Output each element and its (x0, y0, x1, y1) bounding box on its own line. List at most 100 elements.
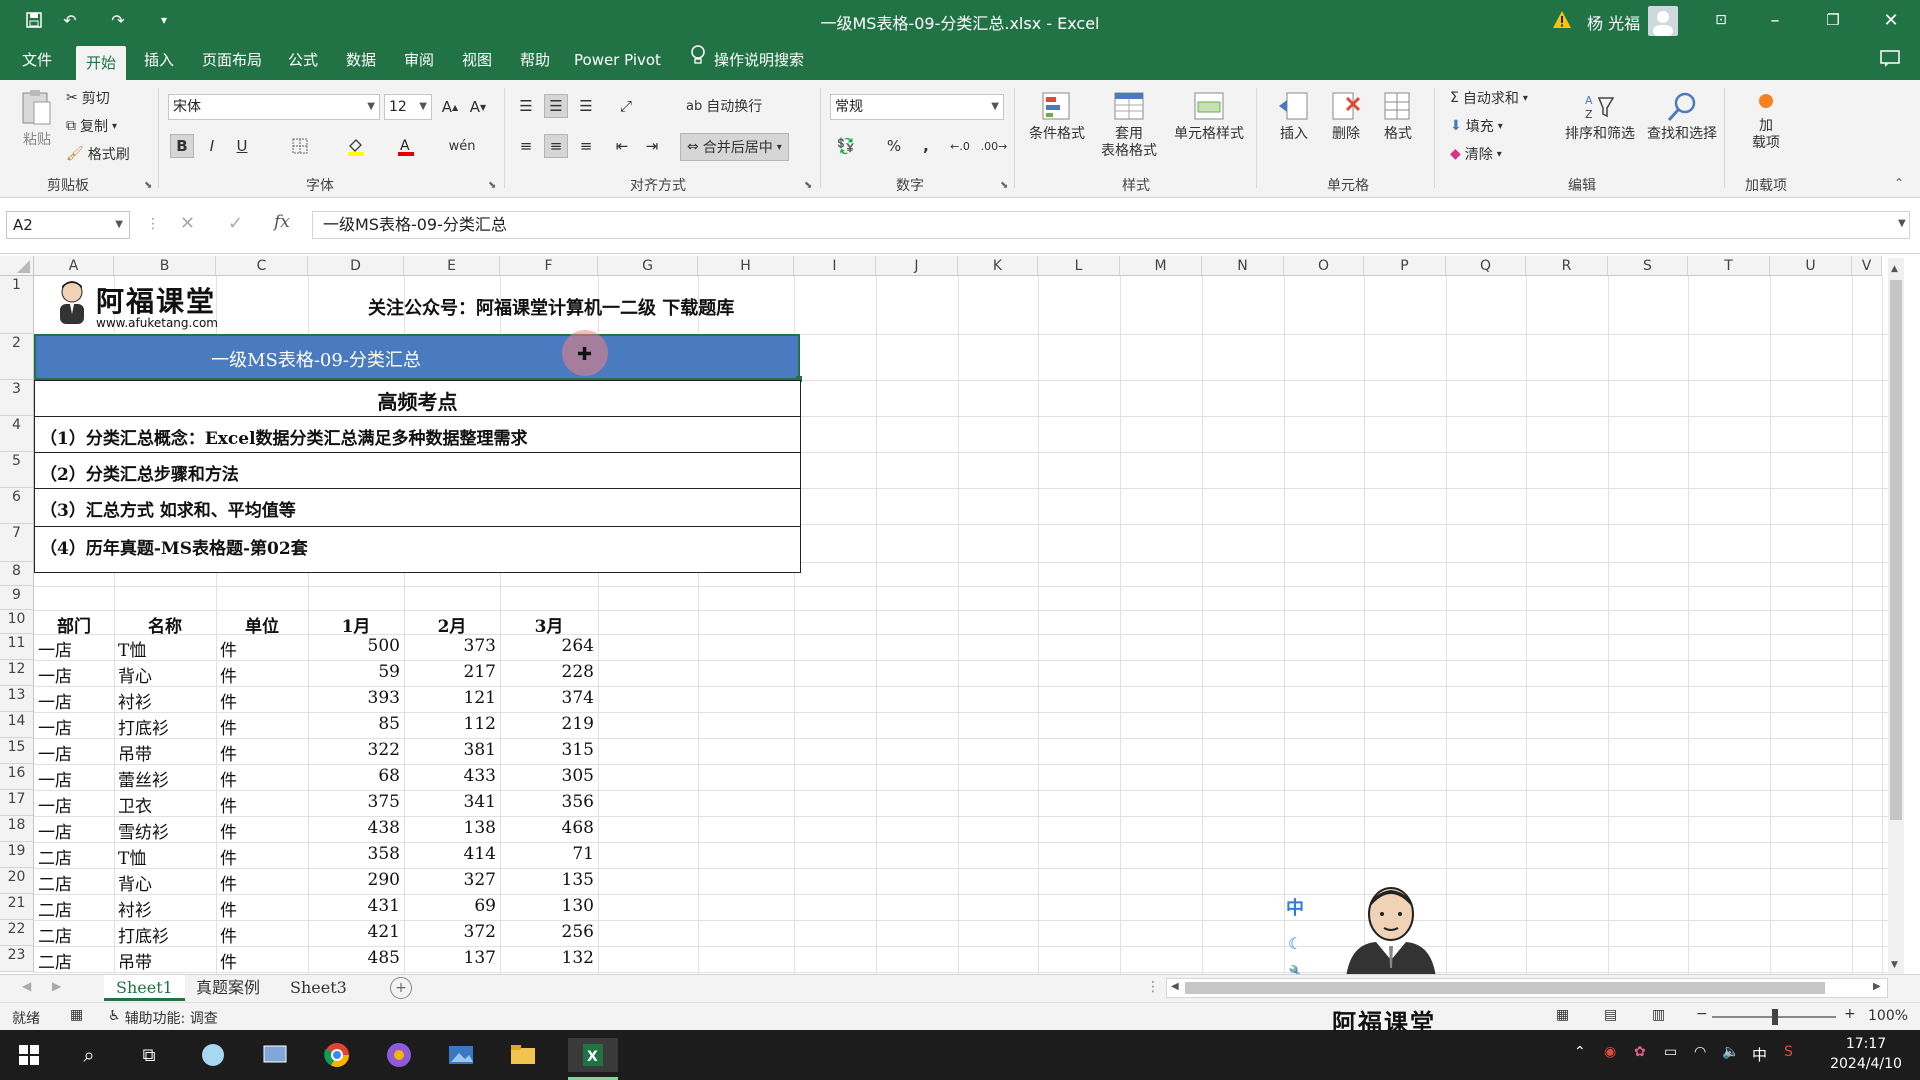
tab-file[interactable]: 文件 (12, 40, 62, 80)
sheet-tab-sheet1[interactable]: Sheet1 (104, 975, 185, 1001)
zoom-level[interactable]: 100% (1868, 1008, 1908, 1024)
ribbon-display-icon[interactable]: ⊡ (1694, 0, 1748, 40)
dialog-launcher-icon[interactable]: ⬊ (144, 180, 152, 191)
addins-button[interactable]: 加 载项 (1744, 94, 1788, 152)
format-painter-button[interactable]: 🖌 格式刷 (66, 144, 130, 164)
table-cell[interactable]: 315 (504, 740, 594, 760)
table-cell[interactable]: 374 (504, 688, 594, 708)
table-cell[interactable]: 二店 (38, 948, 110, 973)
column-header[interactable]: H (698, 256, 794, 276)
view-page-layout-icon[interactable]: ▤ (1604, 1007, 1617, 1023)
sogou-icon[interactable]: S (1784, 1044, 1793, 1060)
table-cell[interactable]: 393 (312, 688, 400, 708)
clear-button[interactable]: ◆ 清除 ▾ (1450, 144, 1502, 164)
clock-time[interactable]: 17:17 (1826, 1036, 1906, 1052)
table-cell[interactable]: 二店 (38, 896, 110, 921)
sheet-tab-sheet3[interactable]: Sheet3 (278, 975, 359, 1001)
table-cell[interactable]: 373 (408, 636, 496, 656)
ime-indicator[interactable]: 中 (1286, 894, 1304, 920)
bold-button[interactable]: B (170, 134, 194, 158)
table-cell[interactable]: 件 (220, 636, 304, 661)
zoom-in-button[interactable]: + (1844, 1006, 1856, 1022)
search-icon[interactable]: ⌕ (72, 1038, 106, 1072)
table-cell[interactable]: 一店 (38, 818, 110, 843)
close-button[interactable]: ✕ (1864, 0, 1918, 40)
orientation-icon[interactable]: ⤢ (614, 94, 638, 118)
borders-icon[interactable] (288, 134, 312, 158)
table-cell[interactable]: T恤 (118, 636, 212, 661)
comma-style-icon[interactable]: , (914, 134, 938, 158)
table-cell[interactable]: 件 (220, 662, 304, 687)
table-cell[interactable]: 件 (220, 870, 304, 895)
accounting-format-icon[interactable]: 💱 (834, 134, 858, 158)
table-cell[interactable]: 358 (312, 844, 400, 864)
autosum-button[interactable]: Σ 自动求和 ▾ (1450, 88, 1528, 108)
decrease-decimal-icon[interactable]: .00→ (981, 134, 1008, 158)
table-cell[interactable]: 112 (408, 714, 496, 734)
splitter-icon[interactable]: ⋮ (1146, 979, 1160, 995)
column-header[interactable]: N (1202, 256, 1284, 276)
warning-icon[interactable] (1552, 10, 1572, 30)
font-name-select[interactable]: 宋体 ▼ (168, 94, 380, 120)
excel-taskbar-icon[interactable]: X (568, 1038, 618, 1072)
add-sheet-icon[interactable]: + (390, 977, 412, 999)
table-cell[interactable]: 305 (504, 766, 594, 786)
increase-font-icon[interactable]: A ▲ (438, 95, 462, 119)
table-header-cell[interactable]: 1月 (312, 612, 400, 637)
table-cell[interactable]: 件 (220, 714, 304, 739)
conditional-format-button[interactable]: 条件格式 (1022, 90, 1092, 143)
table-cell[interactable]: 二店 (38, 870, 110, 895)
table-cell[interactable]: 一店 (38, 636, 110, 661)
delete-cells-button[interactable]: 删除 (1322, 90, 1370, 143)
column-header[interactable]: E (404, 256, 500, 276)
table-cell[interactable]: 吊带 (118, 948, 212, 973)
zoom-out-button[interactable]: − (1696, 1006, 1708, 1022)
tell-me-search[interactable]: 操作说明搜索 (690, 40, 804, 80)
table-cell[interactable]: 69 (408, 896, 496, 916)
italic-button[interactable]: I (200, 134, 224, 158)
table-header-cell[interactable]: 2月 (408, 612, 496, 637)
cancel-icon[interactable]: ✕ (180, 213, 195, 234)
table-cell[interactable]: 132 (504, 948, 594, 968)
table-cell[interactable]: 件 (220, 792, 304, 817)
table-cell[interactable]: 135 (504, 870, 594, 890)
column-header[interactable]: C (216, 256, 308, 276)
tab-data[interactable]: 数据 (336, 40, 386, 80)
underline-button[interactable]: U (230, 134, 254, 158)
dialog-launcher-icon[interactable]: ⬊ (1000, 180, 1008, 191)
decrease-font-icon[interactable]: A ▼ (466, 95, 490, 119)
column-header[interactable]: K (958, 256, 1038, 276)
tab-insert[interactable]: 插入 (134, 40, 184, 80)
column-header[interactable]: F (500, 256, 598, 276)
scroll-left-icon[interactable]: ◀ (1171, 981, 1179, 992)
table-cell[interactable]: 375 (312, 792, 400, 812)
align-bottom-icon[interactable]: ☰ (574, 94, 598, 118)
chrome-icon[interactable] (320, 1038, 354, 1072)
number-format-select[interactable]: 常规 ▼ (830, 94, 1004, 120)
table-cell[interactable]: 327 (408, 870, 496, 890)
enter-icon[interactable]: ✓ (228, 213, 243, 234)
view-normal-icon[interactable]: ▦ (1556, 1007, 1569, 1023)
next-sheet-icon[interactable]: ▶ (52, 979, 61, 993)
hscroll-thumb[interactable] (1185, 982, 1825, 994)
table-cell[interactable]: 雪纺衫 (118, 818, 212, 843)
table-cell[interactable]: 356 (504, 792, 594, 812)
dialog-launcher-icon[interactable]: ⬊ (488, 180, 496, 191)
table-cell[interactable]: 件 (220, 896, 304, 921)
volume-icon[interactable]: 🔈 (1722, 1044, 1739, 1060)
row-header[interactable]: 23 (0, 946, 34, 972)
insert-cells-button[interactable]: 插入 (1270, 90, 1318, 143)
table-cell[interactable]: 85 (312, 714, 400, 734)
sheet-tab-cases[interactable]: 真题案例 (184, 975, 272, 1001)
percent-icon[interactable]: % (882, 134, 906, 158)
sort-filter-button[interactable]: AZ 排序和筛选 (1560, 90, 1640, 143)
tab-home[interactable]: 开始 (76, 46, 127, 80)
windows-start-icon[interactable] (12, 1038, 46, 1072)
table-cell[interactable]: 件 (220, 766, 304, 791)
tab-page-layout[interactable]: 页面布局 (192, 40, 272, 80)
expand-formula-icon[interactable]: ▼ (1898, 218, 1906, 229)
table-header-cell[interactable]: 名称 (118, 612, 212, 637)
merge-center-button[interactable]: ⇔ 合并后居中 ▾ (680, 133, 789, 161)
comments-icon[interactable] (1880, 50, 1900, 72)
column-header[interactable]: O (1284, 256, 1364, 276)
